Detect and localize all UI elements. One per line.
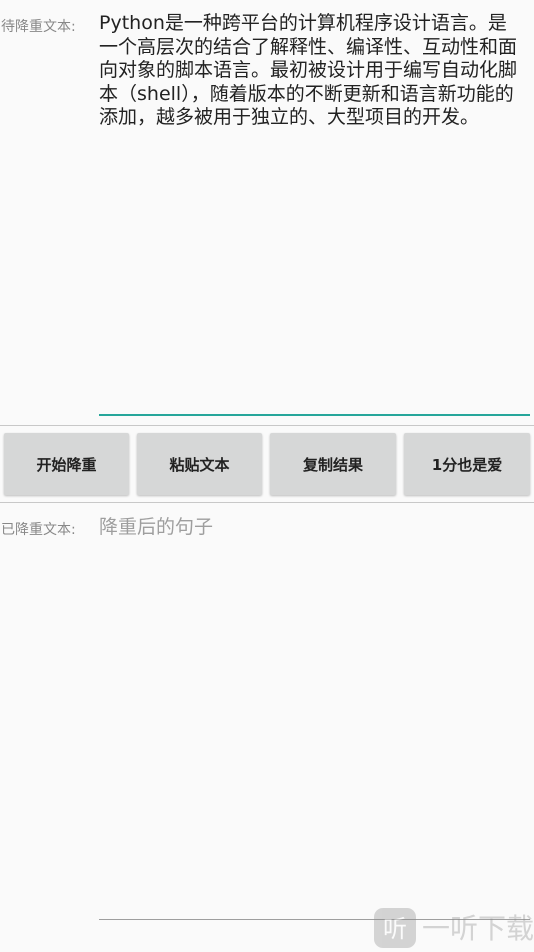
watermark-text: 一听下载 xyxy=(422,912,534,945)
source-label: 待降重文本: xyxy=(1,19,76,35)
start-dedup-button[interactable]: 开始降重 xyxy=(4,433,129,495)
watermark-logo-icon: 听 xyxy=(374,908,416,948)
divider-bottom xyxy=(0,502,534,503)
copy-result-button[interactable]: 复制结果 xyxy=(270,433,396,495)
source-text-input[interactable]: Python是一种跨平台的计算机程序设计语言。是一个高层次的结合了解释性、编译性… xyxy=(99,12,521,130)
divider-top xyxy=(0,425,534,426)
result-text-field[interactable]: 降重后的句子 xyxy=(99,515,213,539)
source-input-underline xyxy=(99,414,530,416)
watermark: 听 一听下载 xyxy=(374,906,534,949)
paste-text-button[interactable]: 粘贴文本 xyxy=(137,433,262,495)
watermark-logo-glyph: 听 xyxy=(383,915,407,943)
result-label: 已降重文本: xyxy=(1,522,76,538)
donate-button[interactable]: 1分也是爱 xyxy=(404,433,530,495)
action-button-row: 开始降重 粘贴文本 复制结果 1分也是爱 xyxy=(0,433,534,495)
